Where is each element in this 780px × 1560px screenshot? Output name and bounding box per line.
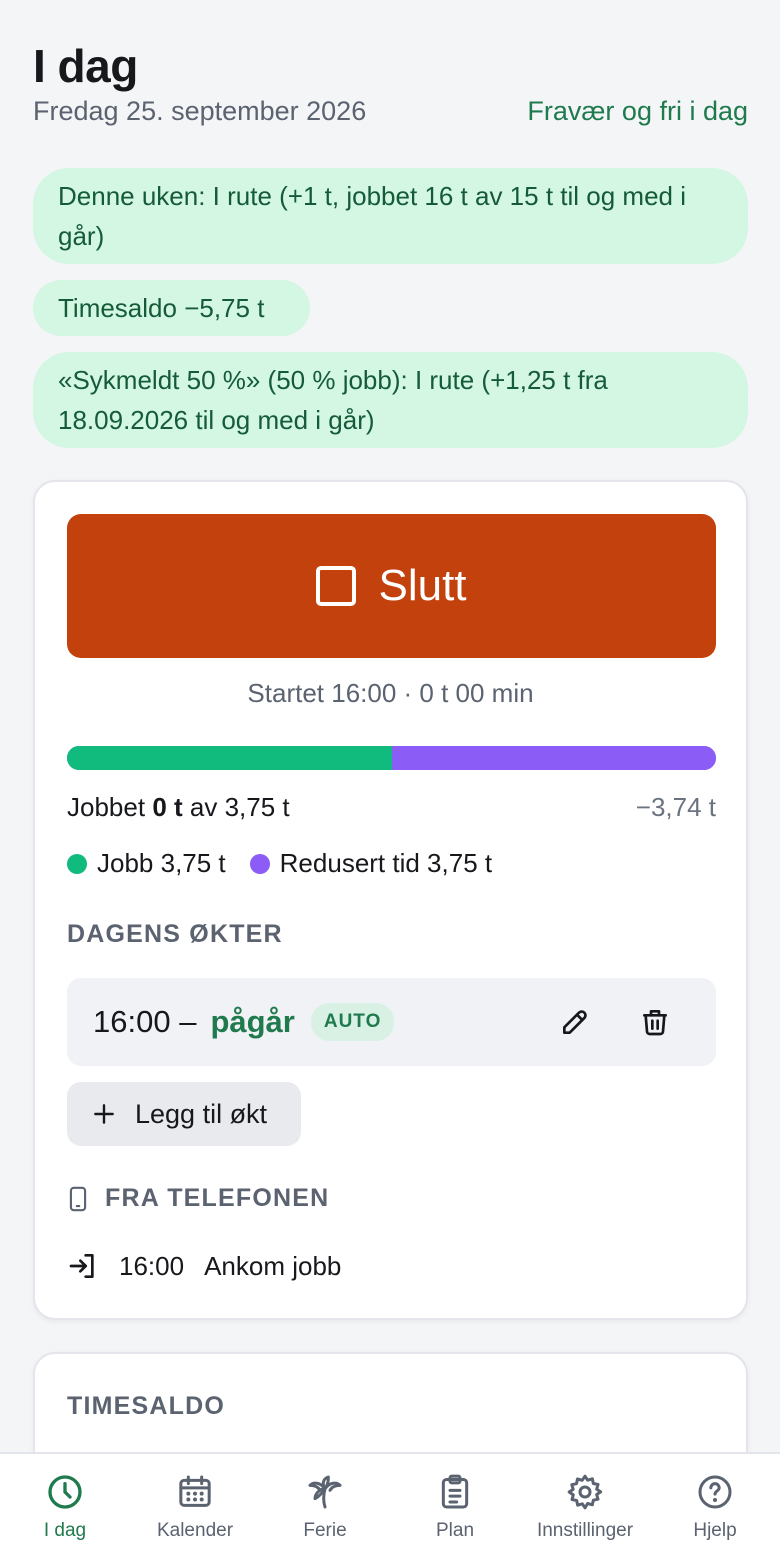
page-title: I dag bbox=[33, 40, 138, 92]
phone-event-text: Ankom jobb bbox=[204, 1250, 342, 1281]
bottom-navigation: I dag Kalender Ferie Plan Innstillinger … bbox=[0, 1452, 780, 1560]
phone-event-time: 16:00 bbox=[119, 1250, 185, 1281]
pencil-icon bbox=[563, 1010, 587, 1034]
legend-label-reduced: Redusert tid 3,75 t bbox=[279, 848, 493, 878]
calendar-icon bbox=[179, 1475, 211, 1507]
worked-text: Jobbet 0 t av 3,75 t bbox=[67, 792, 290, 823]
plus-icon bbox=[94, 1104, 114, 1124]
legend-item-job: Jobb 3,75 t bbox=[67, 848, 226, 879]
progress-job-segment bbox=[67, 746, 392, 770]
edit-session-button[interactable] bbox=[558, 1005, 592, 1039]
absence-link[interactable]: Fravær og fri i dag bbox=[527, 96, 748, 127]
stop-button-label: Slutt bbox=[378, 561, 467, 610]
phone-section-label: FRA TELEFONEN bbox=[105, 1184, 330, 1212]
nav-item-vacation[interactable]: Ferie bbox=[260, 1454, 390, 1560]
phone-event-row: 16:00 Ankom jobb bbox=[67, 1250, 341, 1282]
session-actions bbox=[558, 1005, 690, 1039]
current-date: Fredag 25. september 2026 bbox=[33, 96, 367, 126]
session-status: pågår bbox=[210, 1004, 295, 1039]
balance-card: TIMESALDO bbox=[33, 1352, 748, 1452]
day-progress-bar bbox=[67, 746, 716, 770]
trash-icon bbox=[643, 1010, 667, 1036]
stop-square-icon bbox=[316, 566, 357, 606]
nav-label-plan: Plan bbox=[435, 1520, 475, 1541]
started-text: Startet 16:00 · 0 t 00 min bbox=[247, 678, 534, 708]
today-page: I dag Fredag 25. september 2026 Fravær o… bbox=[0, 0, 780, 1452]
nav-label-help: Hjelp bbox=[693, 1520, 737, 1541]
session-row[interactable]: 16:00 – pågår AUTO bbox=[67, 978, 716, 1066]
add-session-label: Legg til økt bbox=[135, 1098, 268, 1129]
worked-summary: Jobbet 0 t av 3,75 t −3,74 t bbox=[67, 792, 716, 823]
worked-prefix: Jobbet bbox=[67, 792, 146, 822]
nav-label-settings: Innstillinger bbox=[536, 1520, 634, 1541]
legend-label-job: Jobb 3,75 t bbox=[97, 848, 226, 878]
job-dot-icon bbox=[67, 853, 87, 874]
nav-item-plan[interactable]: Plan bbox=[390, 1454, 520, 1560]
nav-item-calendar[interactable]: Kalender bbox=[130, 1454, 260, 1560]
date-row: Fredag 25. september 2026 Fravær og fri … bbox=[33, 96, 748, 127]
worked-suffix: av 3,75 t bbox=[189, 792, 290, 822]
nav-label-today: I dag bbox=[43, 1520, 87, 1541]
nav-item-settings[interactable]: Innstillinger bbox=[520, 1454, 650, 1560]
balance-heading: TIMESALDO bbox=[67, 1392, 226, 1420]
arrive-icon bbox=[69, 1254, 94, 1278]
nav-item-today[interactable]: I dag bbox=[0, 1454, 130, 1560]
progress-reduced-segment bbox=[391, 746, 716, 770]
phone-icon bbox=[69, 1186, 87, 1211]
worked-difference: −3,74 t bbox=[635, 792, 716, 822]
reduced-dot-icon bbox=[249, 853, 270, 874]
phone-section-heading: FRA TELEFONEN bbox=[67, 1184, 329, 1213]
clock-icon bbox=[48, 1475, 82, 1509]
today-card: Slutt Startet 16:00 · 0 t 00 min Jobbet … bbox=[33, 480, 748, 1320]
sick-leave-status-pill: «Sykmeldt 50 %» (50 % jobb): I rute (+1,… bbox=[33, 352, 748, 448]
nav-label-calendar: Kalender bbox=[156, 1520, 234, 1541]
progress-legend: Jobb 3,75 t Redusert tid 3,75 t bbox=[67, 848, 492, 879]
nav-label-vacation: Ferie bbox=[303, 1520, 347, 1541]
auto-badge: AUTO bbox=[310, 1003, 395, 1041]
session-start-time: 16:00 – bbox=[93, 1004, 197, 1039]
help-circle-icon bbox=[698, 1475, 732, 1509]
week-status-pill: Denne uken: I rute (+1 t, jobbet 16 t av… bbox=[33, 168, 748, 264]
page-header: I dag Fredag 25. september 2026 Fravær o… bbox=[33, 38, 748, 127]
nav-item-help[interactable]: Hjelp bbox=[650, 1454, 780, 1560]
legend-item-reduced: Redusert tid 3,75 t bbox=[249, 848, 493, 879]
worked-value: 0 t bbox=[152, 792, 183, 822]
clipboard-icon bbox=[441, 1474, 469, 1509]
delete-session-button[interactable] bbox=[638, 1005, 672, 1039]
gear-icon bbox=[567, 1474, 603, 1510]
balance-status-pill: Timesaldo −5,75 t bbox=[33, 280, 310, 336]
sessions-heading: DAGENS ØKTER bbox=[67, 920, 283, 948]
stop-button[interactable]: Slutt bbox=[67, 514, 716, 658]
add-session-button[interactable]: Legg til økt bbox=[67, 1082, 301, 1146]
palm-tree-icon bbox=[308, 1475, 342, 1509]
